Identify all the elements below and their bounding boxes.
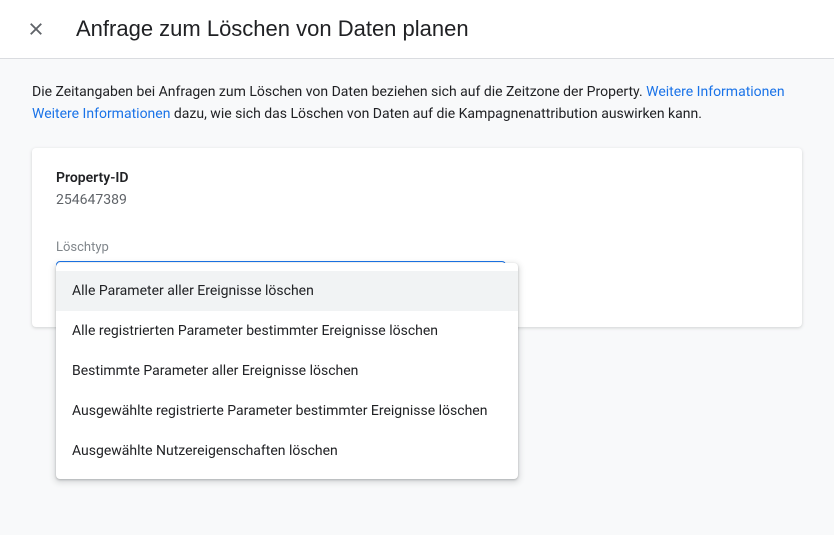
more-info-link-2[interactable]: Weitere Informationen [32, 106, 170, 122]
dropdown-option[interactable]: Alle registrierten Parameter bestimmter … [56, 311, 518, 351]
info-text: Die Zeitangaben bei Anfragen zum Löschen… [32, 81, 802, 126]
dropdown-option[interactable]: Ausgewählte registrierte Parameter besti… [56, 391, 518, 431]
info-line1-text: Die Zeitangaben bei Anfragen zum Löschen… [32, 84, 646, 100]
dropdown-option[interactable]: Ausgewählte Nutzereigenschaften löschen [56, 431, 518, 471]
more-info-link-1[interactable]: Weitere Informationen [646, 84, 784, 100]
header: Anfrage zum Löschen von Daten planen [0, 0, 834, 59]
settings-card: Property-ID 254647389 Löschtyp Alle Para… [32, 148, 802, 327]
dropdown-option[interactable]: Alle Parameter aller Ereignisse löschen [56, 271, 518, 311]
close-button[interactable] [24, 17, 48, 41]
page-title: Anfrage zum Löschen von Daten planen [76, 16, 469, 42]
property-id-value: 254647389 [56, 192, 778, 208]
delete-type-dropdown: Alle Parameter aller Ereignisse löschen … [56, 263, 518, 479]
dropdown-option[interactable]: Bestimmte Parameter aller Ereignisse lös… [56, 351, 518, 391]
content-area: Die Zeitangaben bei Anfragen zum Löschen… [0, 59, 834, 535]
delete-type-label: Löschtyp [56, 240, 778, 255]
close-icon [27, 20, 45, 38]
property-id-label: Property-ID [56, 170, 778, 186]
info-line2-text: dazu, wie sich das Löschen von Daten auf… [170, 106, 701, 122]
